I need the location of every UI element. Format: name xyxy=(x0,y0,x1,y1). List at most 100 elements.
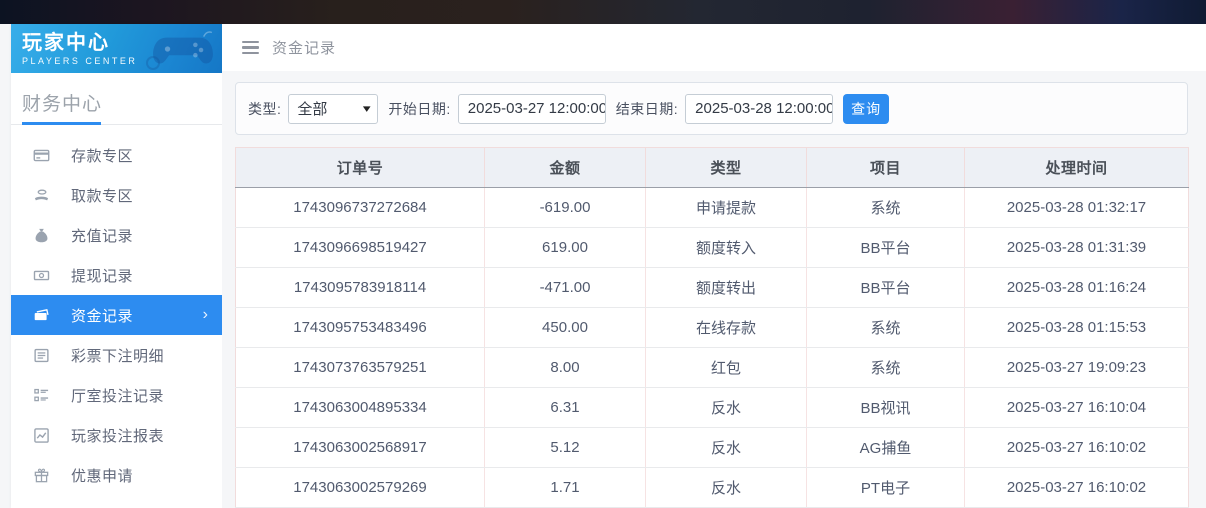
sidebar-item-label: 取款专区 xyxy=(71,185,133,206)
table-cell: 红包 xyxy=(646,348,807,388)
chart-icon xyxy=(33,427,50,444)
table-cell: 2025-03-27 16:10:04 xyxy=(965,388,1189,428)
table-cell: 2025-03-27 16:10:02 xyxy=(965,428,1189,468)
table-cell: 1743073763579251 xyxy=(236,348,485,388)
table-cell: 反水 xyxy=(646,428,807,468)
table-cell: BB视讯 xyxy=(807,388,965,428)
top-banner-strip xyxy=(0,0,1206,24)
table-row: 17430737635792518.00红包系统2025-03-27 19:09… xyxy=(236,348,1189,388)
banknote-icon xyxy=(33,267,50,284)
column-header: 项目 xyxy=(807,148,965,188)
sidebar-item-bank-card-0[interactable]: 存款专区 xyxy=(11,135,222,175)
sidebar-item-chart-7[interactable]: 玩家投注报表 xyxy=(11,415,222,455)
document-icon xyxy=(33,347,50,364)
table-row: 1743096698519427619.00额度转入BB平台2025-03-28… xyxy=(236,228,1189,268)
table-cell: 在线存款 xyxy=(646,308,807,348)
topbar: 资金记录 xyxy=(222,24,1206,71)
table-cell: 619.00 xyxy=(485,228,646,268)
table-cell: 反水 xyxy=(646,388,807,428)
breadcrumb: 资金记录 xyxy=(272,37,336,58)
table-cell: 8.00 xyxy=(485,348,646,388)
column-header: 订单号 xyxy=(236,148,485,188)
list-check-icon xyxy=(33,387,50,404)
sidebar-item-gift-8[interactable]: 优惠申请 xyxy=(11,455,222,495)
column-header: 处理时间 xyxy=(965,148,1189,188)
table-cell: 申请提款 xyxy=(646,188,807,228)
sidebar-item-document-5[interactable]: 彩票下注明细 xyxy=(11,335,222,375)
table-cell: 2025-03-27 19:09:23 xyxy=(965,348,1189,388)
ticket-icon xyxy=(33,307,50,324)
sidebar-item-label: 优惠申请 xyxy=(71,465,133,486)
funds-table: 订单号金额类型项目处理时间 1743096737272684-619.00申请提… xyxy=(235,147,1189,508)
table-cell: PT电子 xyxy=(807,468,965,508)
type-select-value: 全部 xyxy=(297,98,327,119)
type-select[interactable]: 全部 ▾ xyxy=(288,94,378,124)
table-cell: 系统 xyxy=(807,308,965,348)
decorative-circle xyxy=(146,56,160,70)
table-row: 1743095753483496450.00在线存款系统2025-03-28 0… xyxy=(236,308,1189,348)
table-cell: BB平台 xyxy=(807,268,965,308)
sidebar-item-list-check-9[interactable]: 优惠申请记录 xyxy=(11,495,222,508)
start-date-label: 开始日期: xyxy=(388,99,450,119)
table-row: 17430630025792691.71反水PT电子2025-03-27 16:… xyxy=(236,468,1189,508)
start-date-input[interactable] xyxy=(458,94,606,124)
table-cell: AG捕鱼 xyxy=(807,428,965,468)
table-cell: 1743063002579269 xyxy=(236,468,485,508)
table-row: 1743096737272684-619.00申请提款系统2025-03-28 … xyxy=(236,188,1189,228)
table-cell: 反水 xyxy=(646,468,807,508)
table-cell: 1743063004895334 xyxy=(236,388,485,428)
table-row: 17430630025689175.12反水AG捕鱼2025-03-27 16:… xyxy=(236,428,1189,468)
table-cell: 6.31 xyxy=(485,388,646,428)
sidebar-header: 玩家中心 PLAYERS CENTER xyxy=(11,24,222,73)
end-date-input[interactable] xyxy=(685,94,833,124)
table-cell: 额度转入 xyxy=(646,228,807,268)
table-cell: 额度转出 xyxy=(646,268,807,308)
sidebar-item-banknote-3[interactable]: 提现记录 xyxy=(11,255,222,295)
table-cell: 系统 xyxy=(807,188,965,228)
sidebar-item-ticket-4[interactable]: 资金记录 › xyxy=(11,295,222,335)
sidebar-item-label: 充值记录 xyxy=(71,225,133,246)
search-button[interactable]: 查询 xyxy=(843,94,889,124)
table-cell: -471.00 xyxy=(485,268,646,308)
sidebar-item-label: 资金记录 xyxy=(71,305,133,326)
table-cell: 1743096737272684 xyxy=(236,188,485,228)
sidebar-item-label: 提现记录 xyxy=(71,265,133,286)
table-body: 1743096737272684-619.00申请提款系统2025-03-28 … xyxy=(236,188,1189,508)
sidebar-item-money-bag-2[interactable]: 充值记录 xyxy=(11,215,222,255)
table-cell: 450.00 xyxy=(485,308,646,348)
table-cell: 2025-03-28 01:31:39 xyxy=(965,228,1189,268)
sidebar-item-hand-coin-1[interactable]: 取款专区 xyxy=(11,175,222,215)
table-cell: -619.00 xyxy=(485,188,646,228)
column-header: 金额 xyxy=(485,148,646,188)
type-label: 类型: xyxy=(248,99,281,119)
table-cell: 1743096698519427 xyxy=(236,228,485,268)
sidebar-item-label: 存款专区 xyxy=(71,145,133,166)
sidebar-item-list-check-6[interactable]: 厅室投注记录 xyxy=(11,375,222,415)
section-divider xyxy=(11,122,222,125)
table-cell: 2025-03-28 01:16:24 xyxy=(965,268,1189,308)
table-cell: 1743095783918114 xyxy=(236,268,485,308)
table-cell: 2025-03-27 16:10:02 xyxy=(965,468,1189,508)
table-cell: 2025-03-28 01:15:53 xyxy=(965,308,1189,348)
sidebar-item-label: 优惠申请记录 xyxy=(71,505,164,508)
table-header-row: 订单号金额类型项目处理时间 xyxy=(236,148,1189,188)
menu-toggle-icon[interactable] xyxy=(242,41,259,55)
table-row: 1743095783918114-471.00额度转出BB平台2025-03-2… xyxy=(236,268,1189,308)
sidebar: 玩家中心 PLAYERS CENTER 财务中心 存款专区取款专区充值记录提现记… xyxy=(11,24,222,508)
table-cell: 系统 xyxy=(807,348,965,388)
main-content: 资金记录 类型: 全部 ▾ 开始日期: 结束日期: 查询 订单号金额类型项目处理… xyxy=(222,24,1206,508)
filter-panel: 类型: 全部 ▾ 开始日期: 结束日期: 查询 xyxy=(235,82,1188,135)
chevron-down-icon: ▾ xyxy=(363,102,371,115)
chevron-right-icon: › xyxy=(203,307,208,323)
table-cell: BB平台 xyxy=(807,228,965,268)
column-header: 类型 xyxy=(646,148,807,188)
table-cell: 1743063002568917 xyxy=(236,428,485,468)
sidebar-item-label: 玩家投注报表 xyxy=(71,425,164,446)
sidebar-menu: 存款专区取款专区充值记录提现记录资金记录›彩票下注明细厅室投注记录玩家投注报表优… xyxy=(11,125,222,508)
gift-icon xyxy=(33,467,50,484)
table-cell: 1743095753483496 xyxy=(236,308,485,348)
table-cell: 2025-03-28 01:32:17 xyxy=(965,188,1189,228)
money-bag-icon xyxy=(33,227,50,244)
bank-card-icon xyxy=(33,147,50,164)
table-cell: 5.12 xyxy=(485,428,646,468)
